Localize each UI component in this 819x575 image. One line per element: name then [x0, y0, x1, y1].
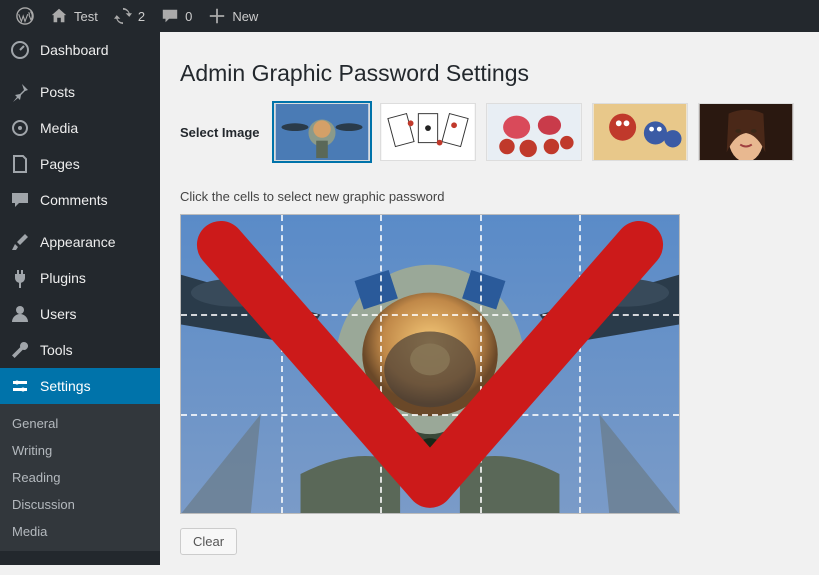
sidebar-item-plugins[interactable]: Plugins	[0, 260, 160, 296]
comments-count: 0	[185, 9, 192, 24]
site-name: Test	[74, 9, 98, 24]
refresh-icon	[114, 7, 132, 25]
submenu-reading[interactable]: Reading	[0, 464, 160, 491]
admin-sidebar: Dashboard Posts Media Pages Comments App…	[0, 32, 160, 565]
sidebar-item-dashboard[interactable]: Dashboard	[0, 32, 160, 68]
home-icon	[50, 7, 68, 25]
thumb-strawberries[interactable]	[486, 103, 582, 161]
clear-button[interactable]: Clear	[180, 528, 237, 555]
comments-icon	[10, 190, 30, 210]
sidebar-item-label: Settings	[40, 378, 91, 394]
sidebar-item-settings[interactable]: Settings	[0, 368, 160, 404]
sidebar-item-label: Posts	[40, 84, 75, 100]
sidebar-item-label: Media	[40, 120, 78, 136]
submenu-discussion[interactable]: Discussion	[0, 491, 160, 518]
comments-button[interactable]: 0	[153, 0, 200, 32]
submenu-writing[interactable]: Writing	[0, 437, 160, 464]
thumb-cards[interactable]	[380, 103, 476, 161]
thumb-pilot[interactable]	[274, 103, 370, 161]
comment-icon	[161, 7, 179, 25]
thumb-characters[interactable]	[592, 103, 688, 161]
sidebar-item-label: Tools	[40, 342, 73, 358]
sidebar-item-label: Comments	[40, 192, 108, 208]
brush-icon	[10, 232, 30, 252]
sidebar-item-appearance[interactable]: Appearance	[0, 224, 160, 260]
plugin-icon	[10, 268, 30, 288]
sidebar-item-label: Users	[40, 306, 77, 322]
submenu-general[interactable]: General	[0, 410, 160, 437]
new-label: New	[232, 9, 258, 24]
sidebar-item-media[interactable]: Media	[0, 110, 160, 146]
pin-icon	[10, 82, 30, 102]
instruction-text: Click the cells to select new graphic pa…	[180, 189, 799, 204]
thumbnail-row: Select Image	[180, 103, 799, 161]
new-button[interactable]: New	[200, 0, 266, 32]
sidebar-item-label: Dashboard	[40, 42, 109, 58]
settings-icon	[10, 376, 30, 396]
select-image-label: Select Image	[180, 125, 264, 140]
site-home-button[interactable]: Test	[42, 0, 106, 32]
sidebar-item-label: Appearance	[40, 234, 116, 250]
settings-submenu: General Writing Reading Discussion Media	[0, 404, 160, 551]
updates-count: 2	[138, 9, 145, 24]
submenu-media[interactable]: Media	[0, 518, 160, 545]
sidebar-item-label: Pages	[40, 156, 80, 172]
media-icon	[10, 118, 30, 138]
plus-icon	[208, 7, 226, 25]
admin-bar: Test 2 0 New	[0, 0, 819, 32]
updates-button[interactable]: 2	[106, 0, 153, 32]
wrench-icon	[10, 340, 30, 360]
page-title: Admin Graphic Password Settings	[180, 60, 799, 87]
sidebar-item-tools[interactable]: Tools	[0, 332, 160, 368]
wp-logo-button[interactable]	[8, 0, 42, 32]
user-icon	[10, 304, 30, 324]
sidebar-item-comments[interactable]: Comments	[0, 182, 160, 218]
sidebar-item-label: Plugins	[40, 270, 86, 286]
page-icon	[10, 154, 30, 174]
sidebar-item-posts[interactable]: Posts	[0, 74, 160, 110]
content-area: Admin Graphic Password Settings Select I…	[160, 32, 819, 575]
sidebar-item-pages[interactable]: Pages	[0, 146, 160, 182]
thumb-woman[interactable]	[698, 103, 794, 161]
main-password-image[interactable]	[180, 214, 680, 514]
grid-overlay	[181, 215, 679, 513]
wordpress-icon	[16, 7, 34, 25]
dashboard-icon	[10, 40, 30, 60]
sidebar-item-users[interactable]: Users	[0, 296, 160, 332]
